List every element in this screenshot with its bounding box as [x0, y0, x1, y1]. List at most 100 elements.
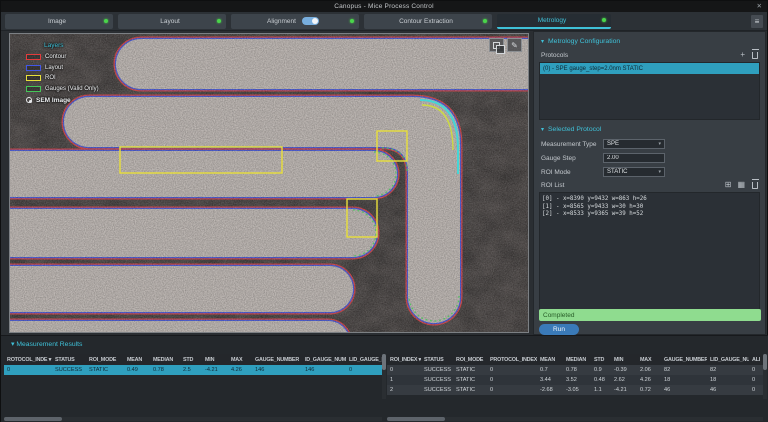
gauge-step-input[interactable]	[603, 153, 665, 163]
protocol-item[interactable]: (0) - SPE gauge_step=2.0nm STATIC	[540, 63, 759, 74]
column-header[interactable]: MIN	[202, 357, 228, 363]
column-header[interactable]: GAUGE_NUMBER	[252, 357, 302, 363]
chevron-down-icon: ▾	[11, 341, 15, 348]
column-header[interactable]: MEAN	[537, 357, 563, 363]
legend-item-gauges[interactable]: Gauges (Valid Only)	[26, 85, 99, 92]
tab-metrology[interactable]: Metrology	[497, 13, 611, 29]
legend-item-contour[interactable]: Contour	[26, 54, 99, 60]
edit-button[interactable]: ✎	[507, 38, 522, 52]
table-cell: 4.26	[640, 377, 651, 383]
table-row[interactable]: 0 SUCCESS STATIC 0.49 0.78 2.5 -4.21 4.26 146 146…	[4, 365, 382, 375]
legend-item-layout[interactable]: Layout	[26, 64, 99, 71]
close-icon[interactable]: ✕	[757, 2, 762, 10]
column-header[interactable]: ALI	[749, 357, 763, 363]
table-cell: 46	[710, 387, 717, 393]
tab-bar: Image Layout Alignment Contour Extractio…	[1, 12, 767, 31]
tab-layout[interactable]: Layout	[118, 13, 226, 29]
measurement-type-select[interactable]: SPE ▾	[603, 139, 665, 149]
roi-list-item[interactable]: [2] - x=8533 y=9365 w=39 h=52	[542, 211, 757, 219]
column-header[interactable]: GAUGE_NUMBER	[661, 357, 707, 363]
image-toolbar: ✎	[489, 38, 522, 54]
roi-table-hscrollbar[interactable]	[387, 417, 763, 421]
column-header[interactable]: MIN	[611, 357, 637, 363]
protocol-table-hscrollbar[interactable]	[4, 417, 382, 421]
tab-alignment[interactable]: Alignment	[231, 13, 359, 29]
column-header[interactable]: MAX	[637, 357, 661, 363]
title-bar: Canopus - Mice Process Control ✕	[1, 1, 767, 12]
legend-label: Contour	[45, 54, 67, 60]
tab-label: Metrology	[537, 16, 567, 24]
sem-layer-icon	[26, 97, 32, 103]
column-header[interactable]: ROI_MODE	[86, 357, 124, 363]
table-cell: 0.48	[594, 377, 605, 383]
measurement-results-header[interactable]: ▾ Measurement Results	[11, 340, 82, 348]
run-button[interactable]: Run	[539, 324, 579, 335]
column-header[interactable]: MEDIAN	[563, 357, 591, 363]
table-cell: STATIC	[456, 387, 476, 393]
table-cell: SUCCESS	[55, 367, 83, 373]
roi-table-scrollbar[interactable]	[763, 354, 767, 399]
layout-swatch	[26, 64, 41, 71]
add-roi-icon[interactable]: ⊞	[725, 181, 732, 189]
legend-item-roi[interactable]: ROI	[26, 75, 99, 81]
table-cell: 0.9	[594, 367, 602, 373]
table-cell: -0.39	[614, 367, 627, 373]
column-header[interactable]: STD	[180, 357, 202, 363]
roi-list-item[interactable]: [0] - x=8390 y=9432 w=863 h=26	[542, 196, 757, 204]
toggle-knob	[311, 18, 318, 24]
roi-list: [0] - x=8390 y=9432 w=863 h=26 [1] - x=85…	[539, 192, 760, 310]
table-cell: 4.26	[231, 367, 242, 373]
roi-list-item[interactable]: [1] - x=8565 y=9433 w=30 h=30	[542, 204, 757, 212]
column-header[interactable]: LID_GAUGE_NUM#	[346, 357, 382, 363]
tab-image[interactable]: Image	[5, 13, 113, 29]
column-header[interactable]: LID_GAUGE_NUM#	[707, 357, 749, 363]
table-cell: 82	[664, 367, 671, 373]
table-cell: 3.44	[540, 377, 551, 383]
column-header[interactable]: ROTOCOL_INDE ▾	[4, 357, 52, 363]
snapshot-button[interactable]	[489, 38, 505, 54]
column-header[interactable]: ROI_MODE	[453, 357, 487, 363]
legend-label: SEM Image	[36, 96, 71, 104]
table-header-row: ROI_INDEX ▾ STATUS ROI_MODE PROTOCOL_INDEX M…	[387, 354, 763, 365]
column-header[interactable]: ROI_INDEX ▾	[387, 357, 421, 363]
tab-contour-extraction[interactable]: Contour Extraction	[364, 13, 492, 29]
table-cell: 1.1	[594, 387, 602, 393]
table-cell: SUCCESS	[424, 387, 452, 393]
sem-image-viewport[interactable]: Layers Contour Layout ROI Gauges (Valid …	[9, 33, 529, 333]
delete-protocol-icon[interactable]	[751, 49, 759, 59]
table-cell: 3.52	[566, 377, 577, 383]
column-header[interactable]: ID_GAUGE_NUM#	[302, 357, 346, 363]
table-cell: -3.05	[566, 387, 579, 393]
column-header[interactable]: STATUS	[52, 357, 86, 363]
table-cell: 2.62	[614, 377, 625, 383]
edit-roi-icon[interactable]: ▦	[737, 181, 745, 189]
copy-icon	[493, 41, 505, 54]
select-value: SPE	[607, 141, 620, 147]
roi-mode-select[interactable]: STATIC ▾	[603, 167, 665, 177]
column-header[interactable]: PROTOCOL_INDEX	[487, 357, 537, 363]
legend-base-layer[interactable]: SEM Image	[26, 97, 99, 104]
metrology-config-header[interactable]: ▾ Metrology Configuration	[541, 38, 760, 45]
add-protocol-icon[interactable]: +	[740, 51, 745, 59]
protocol-table-scrollbar[interactable]	[382, 354, 386, 399]
table-cell: 0.78	[566, 367, 577, 373]
menu-icon[interactable]: ≡	[751, 14, 763, 28]
column-header[interactable]: MAX	[228, 357, 252, 363]
table-cell: 2.5	[183, 367, 191, 373]
section-title: Measurement Results	[16, 341, 83, 348]
column-header[interactable]: MEDIAN	[150, 357, 180, 363]
table-cell: 146	[305, 367, 315, 373]
status-dot	[602, 18, 606, 22]
table-cell: 0	[349, 367, 353, 373]
selected-protocol-header[interactable]: ▾ Selected Protocol	[541, 126, 760, 133]
alignment-toggle[interactable]	[301, 17, 319, 25]
table-row[interactable]: 1 SUCCESS STATIC 0 3.44 3.52 0.48 2.62 4.26 18 18 0	[387, 375, 763, 385]
contour-swatch	[26, 54, 41, 60]
column-header[interactable]: MEAN	[124, 357, 150, 363]
tab-label: Alignment	[267, 17, 296, 25]
table-row[interactable]: 2 SUCCESS STATIC 0 -2.68 -3.05 1.1 -4.21 0.72 46 4…	[387, 385, 763, 395]
table-row[interactable]: 0 SUCCESS STATIC 0 0.7 0.78 0.9 -0.39 2.06 82 82 0	[387, 365, 763, 375]
column-header[interactable]: STATUS	[421, 357, 453, 363]
delete-roi-icon[interactable]	[751, 179, 759, 189]
column-header[interactable]: STD	[591, 357, 611, 363]
